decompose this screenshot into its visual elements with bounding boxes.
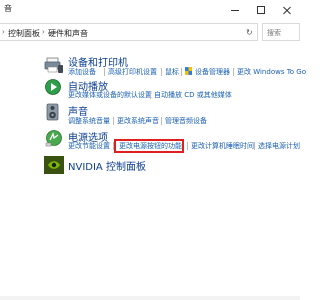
autoplay-icon[interactable] <box>44 78 64 96</box>
link-separator <box>161 68 162 76</box>
nvidia-icon[interactable] <box>44 156 64 174</box>
search-input[interactable]: 搜索 <box>262 23 300 41</box>
chevron-right-icon[interactable]: › <box>2 28 5 36</box>
choose-power-plan-link[interactable]: 选择电源计划 <box>258 141 300 151</box>
link-separator <box>150 91 151 99</box>
audio-devices-link[interactable]: 管理音频设备 <box>165 116 207 126</box>
media-default-link[interactable]: 更改媒体或设备的默认设置 <box>68 90 152 100</box>
link-separator <box>161 117 162 125</box>
shield-icon <box>185 67 192 75</box>
title-bar: 音 <box>0 0 300 20</box>
speaker-icon[interactable] <box>44 103 64 121</box>
system-sounds-link[interactable]: 更改系统声音 <box>117 116 159 126</box>
link-separator <box>113 117 114 125</box>
maximize-button[interactable] <box>248 0 274 20</box>
breadcrumb-control-panel[interactable]: 控制面板 <box>8 28 40 39</box>
link-separator <box>233 68 234 76</box>
address-box[interactable]: › 控制面板 › 硬件和声音 ↻ <box>0 23 258 41</box>
windows-to-go-link[interactable]: 更改 Windows To Go <box>237 67 306 77</box>
window-title: 音 <box>4 4 12 13</box>
minimize-button[interactable] <box>222 0 248 20</box>
device-manager-link[interactable]: 设备管理器 <box>195 67 230 77</box>
window-bottom-edge <box>0 296 300 300</box>
printer-icon[interactable] <box>44 56 64 74</box>
nvidia-control-panel-title[interactable]: NVIDIA 控制面板 <box>68 158 146 173</box>
link-separator <box>104 68 105 76</box>
add-device-link[interactable]: 添加设备 <box>68 67 96 77</box>
autoplay-cd-link[interactable]: 自动播放 CD 或其他媒体 <box>154 90 232 100</box>
close-button[interactable] <box>274 0 300 20</box>
power-options-icon[interactable] <box>44 129 64 147</box>
sleep-time-link[interactable]: 更改计算机睡眠时间 <box>191 141 254 151</box>
address-bar: › 控制面板 › 硬件和声音 ↻ 搜索 <box>0 22 300 44</box>
energy-settings-link[interactable]: 更改节能设置 <box>68 141 110 151</box>
link-separator <box>187 142 188 150</box>
highlight-annotation <box>114 139 184 153</box>
chevron-right-icon[interactable]: › <box>42 28 45 36</box>
advanced-printer-link[interactable]: 高级打印机设置 <box>108 67 157 77</box>
link-separator <box>181 68 182 76</box>
system-volume-link[interactable]: 调整系统音量 <box>68 116 110 126</box>
control-panel-window: 音 › 控制面板 › 硬件和声音 ↻ 搜索 设备和打印机 添加设备 高级打印机设… <box>0 0 306 300</box>
refresh-icon[interactable]: ↻ <box>246 28 253 37</box>
search-placeholder: 搜索 <box>267 29 281 37</box>
breadcrumb-hardware-sound[interactable]: 硬件和声音 <box>48 28 88 39</box>
mouse-link[interactable]: 鼠标 <box>165 67 179 77</box>
link-separator <box>254 142 255 150</box>
